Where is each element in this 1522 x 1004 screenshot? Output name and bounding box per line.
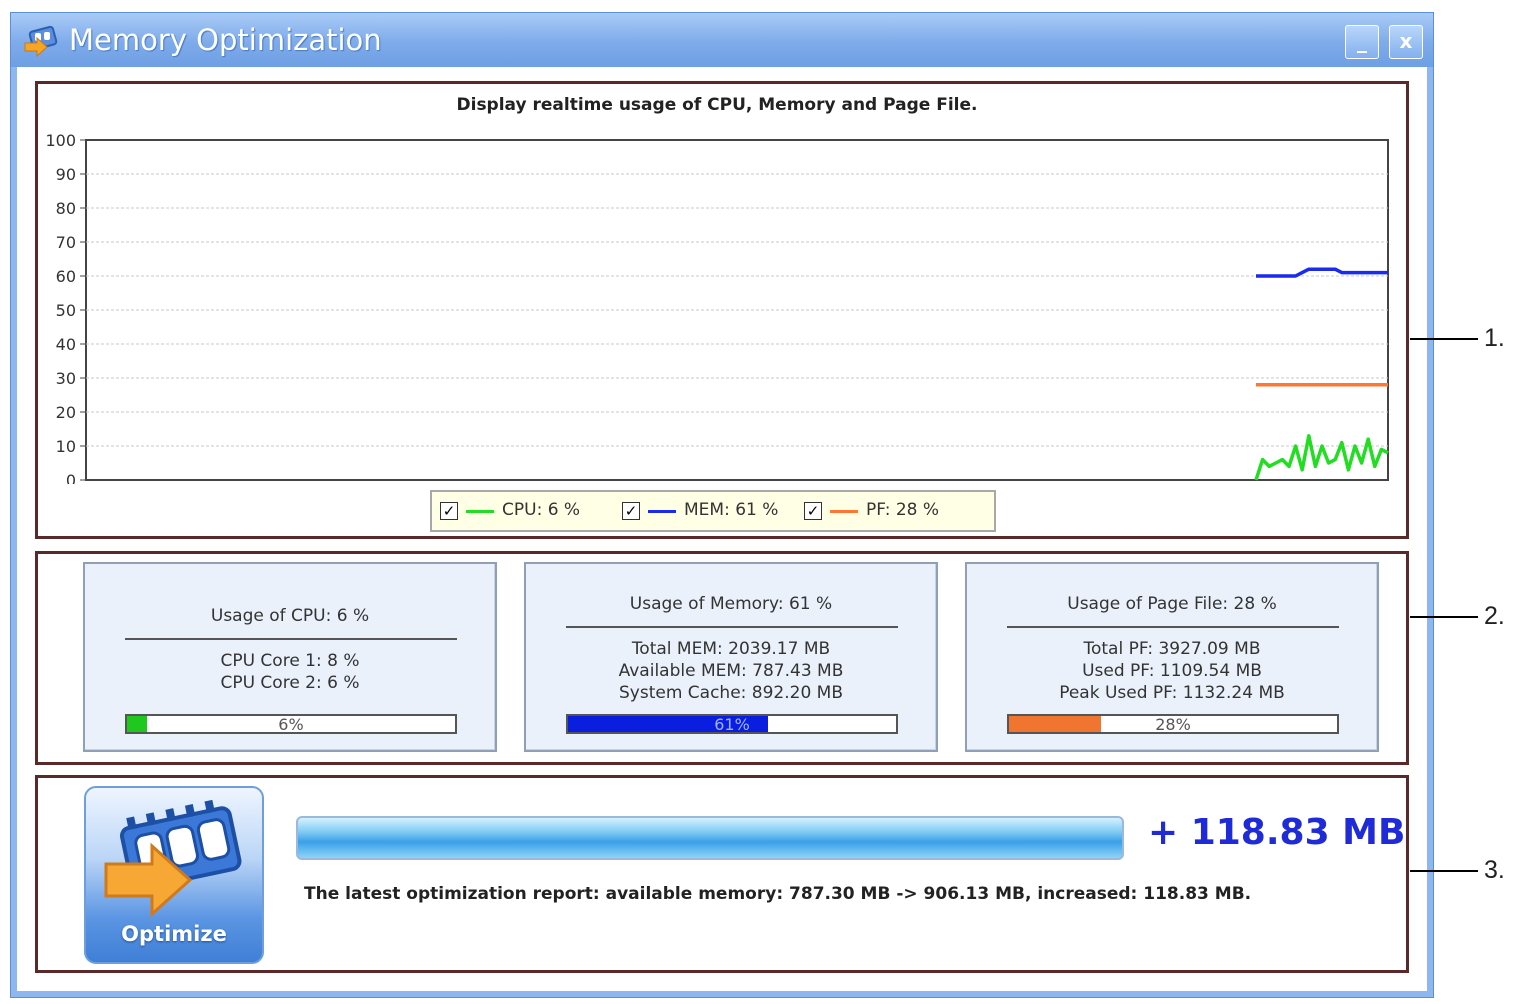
legend-label-pf: PF: 28 % xyxy=(866,500,940,520)
minimize-button[interactable]: _ xyxy=(1345,25,1379,59)
usage-stats-panel: Usage of CPU: 6 % CPU Core 1: 8 % CPU Co… xyxy=(35,551,1409,765)
legend-label-cpu: CPU: 6 % xyxy=(502,500,581,520)
memory-detail-lines: Total MEM: 2039.17 MB Available MEM: 787… xyxy=(526,638,936,704)
optimization-report: The latest optimization report: availabl… xyxy=(304,884,1252,904)
total-mem: Total MEM: 2039.17 MB xyxy=(631,639,831,659)
peak-used-pf: Peak Used PF: 1132.24 MB xyxy=(1059,683,1285,703)
y-tick-label: 50 xyxy=(56,301,76,320)
mem-checkbox[interactable]: ✓ xyxy=(622,502,640,520)
callout-1: 1. xyxy=(1484,324,1505,352)
chart-title: Display realtime usage of CPU, Memory an… xyxy=(457,95,978,115)
memory-progress-text: 61% xyxy=(714,715,750,734)
memory-usage-title: Usage of Memory: 61 % xyxy=(629,594,833,614)
used-pf: Used PF: 1109.54 MB xyxy=(1082,661,1262,681)
pagefile-detail-lines: Total PF: 3927.09 MB Used PF: 1109.54 MB… xyxy=(967,638,1377,704)
usage-line-chart: Display realtime usage of CPU, Memory an… xyxy=(45,95,1389,484)
memory-progress-bar: 61% xyxy=(566,714,898,734)
pagefile-stats-box: Usage of Page File: 28 % Total PF: 3927.… xyxy=(965,562,1379,752)
title-bar[interactable]: Memory Optimization _ x xyxy=(11,13,1433,67)
memory-optimization-window: Memory Optimization _ x Display realtime… xyxy=(10,12,1434,998)
y-tick-label: 90 xyxy=(56,165,76,184)
mem-line-swatch xyxy=(648,510,676,513)
callout-3: 3. xyxy=(1484,856,1505,884)
y-tick-label: 0 xyxy=(66,471,76,484)
optimize-label: Optimize xyxy=(121,922,227,946)
window-title: Memory Optimization xyxy=(69,23,382,57)
y-tick-label: 40 xyxy=(56,335,76,354)
system-cache: System Cache: 892.20 MB xyxy=(618,683,843,703)
cpu-separator xyxy=(125,638,457,640)
callout-line-3 xyxy=(1410,870,1478,872)
realtime-chart-panel: Display realtime usage of CPU, Memory an… xyxy=(35,81,1409,539)
y-tick-label: 80 xyxy=(56,199,76,218)
available-mem: Available MEM: 787.43 MB xyxy=(618,661,844,681)
cpu-progress-text: 6% xyxy=(278,715,304,734)
cpu-core-lines: CPU Core 1: 8 % CPU Core 2: 6 % xyxy=(85,650,495,694)
pagefile-usage-title: Usage of Page File: 28 % xyxy=(1067,594,1277,614)
y-tick-label: 30 xyxy=(56,369,76,388)
pf-line-swatch xyxy=(830,510,858,513)
client-area: Display realtime usage of CPU, Memory an… xyxy=(17,67,1427,991)
y-tick-label: 100 xyxy=(45,131,76,150)
callout-2: 2. xyxy=(1484,602,1505,630)
cpu-progress-bar: 6% xyxy=(125,714,457,734)
memory-stats-box: Usage of Memory: 61 % Total MEM: 2039.17… xyxy=(524,562,938,752)
y-tick-label: 10 xyxy=(56,437,76,456)
optimization-gain-bar xyxy=(296,816,1124,860)
pagefile-separator xyxy=(1007,626,1339,628)
legend-label-mem: MEM: 61 % xyxy=(684,500,779,520)
close-button[interactable]: x xyxy=(1389,25,1423,59)
cpu-line-swatch xyxy=(466,510,494,513)
cpu-stats-box: Usage of CPU: 6 % CPU Core 1: 8 % CPU Co… xyxy=(83,562,497,752)
callout-line-2 xyxy=(1410,616,1478,618)
cpu-usage-title: Usage of CPU: 6 % xyxy=(210,606,370,626)
memory-chip-arrow-icon xyxy=(104,799,242,918)
y-tick-label: 60 xyxy=(56,267,76,286)
total-pf: Total PF: 3927.09 MB xyxy=(1083,639,1261,659)
memory-separator xyxy=(566,626,898,628)
optimize-panel: Optimize + 118.83 MB The latest optimiza… xyxy=(35,775,1409,973)
pagefile-progress-bar: 28% xyxy=(1007,714,1339,734)
gain-value: + 118.83 MB xyxy=(1148,812,1406,853)
y-tick-label: 20 xyxy=(56,403,76,422)
chart-legend: ✓ CPU: 6 % ✓ MEM: 61 % ✓ PF: 28 % xyxy=(430,490,996,532)
callout-line-1 xyxy=(1410,338,1478,340)
memory-app-icon xyxy=(24,25,58,58)
pf-checkbox[interactable]: ✓ xyxy=(804,502,822,520)
cpu-checkbox[interactable]: ✓ xyxy=(440,502,458,520)
y-tick-label: 70 xyxy=(56,233,76,252)
optimize-button[interactable]: Optimize xyxy=(84,786,264,964)
cpu-core-1: CPU Core 1: 8 % xyxy=(220,651,360,671)
pagefile-progress-text: 28% xyxy=(1155,715,1191,734)
cpu-core-2: CPU Core 2: 6 % xyxy=(220,673,360,693)
